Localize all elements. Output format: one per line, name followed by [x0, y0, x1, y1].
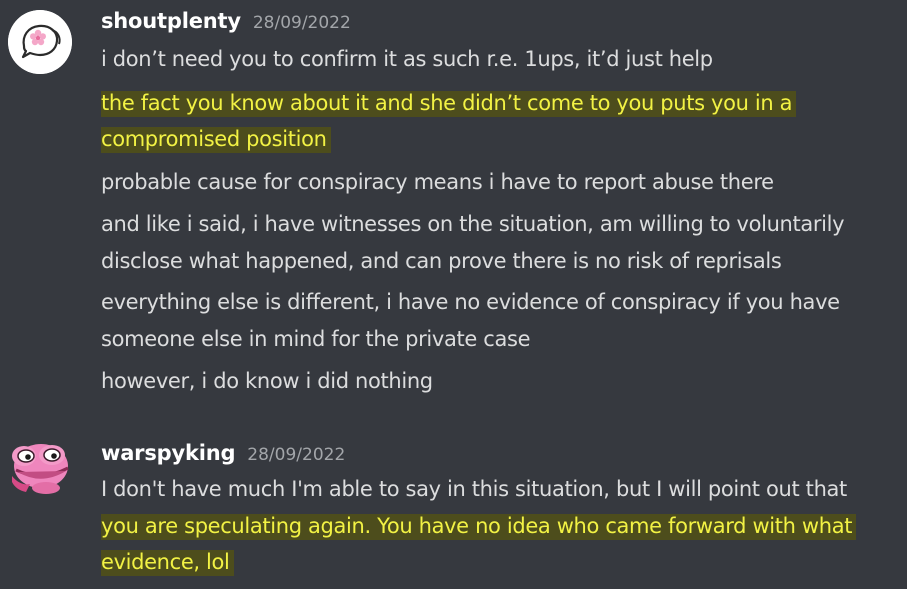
username[interactable]: warspyking [101, 441, 235, 465]
highlight: evidence, lol [101, 550, 234, 576]
highlight: compromised position [101, 127, 331, 153]
message-line: i don’t need you to confirm it as such r… [101, 47, 713, 71]
message-line: I don't have much I'm able to say in thi… [101, 477, 847, 501]
highlight: the fact you know about it and she didn’… [101, 91, 797, 117]
message-line: someone else in mind for the private cas… [101, 327, 531, 351]
message-line-highlighted: the fact you know about it and she didn’… [101, 84, 797, 122]
message-line-highlighted: you are speculating again. You have no i… [101, 507, 857, 545]
avatar[interactable] [8, 10, 72, 74]
message-line-highlighted: compromised position [101, 120, 331, 158]
message-line: and like i said, i have witnesses on the… [101, 212, 845, 236]
highlight: you are speculating again. You have no i… [101, 514, 857, 540]
message-line: everything else is different, i have no … [101, 290, 840, 314]
message-line-highlighted: evidence, lol [101, 543, 234, 581]
timestamp: 28/09/2022 [247, 445, 346, 465]
avatar[interactable] [6, 436, 76, 496]
username[interactable]: shoutplenty [101, 9, 241, 33]
message-line: however, i do know i did nothing [101, 369, 433, 393]
flower-speech-bubble-icon [8, 10, 72, 74]
pink-frog-icon [12, 444, 69, 494]
timestamp: 28/09/2022 [252, 13, 351, 33]
message-line: disclose what happened, and can prove th… [101, 249, 782, 273]
message-line: probable cause for conspiracy means i ha… [101, 170, 774, 194]
